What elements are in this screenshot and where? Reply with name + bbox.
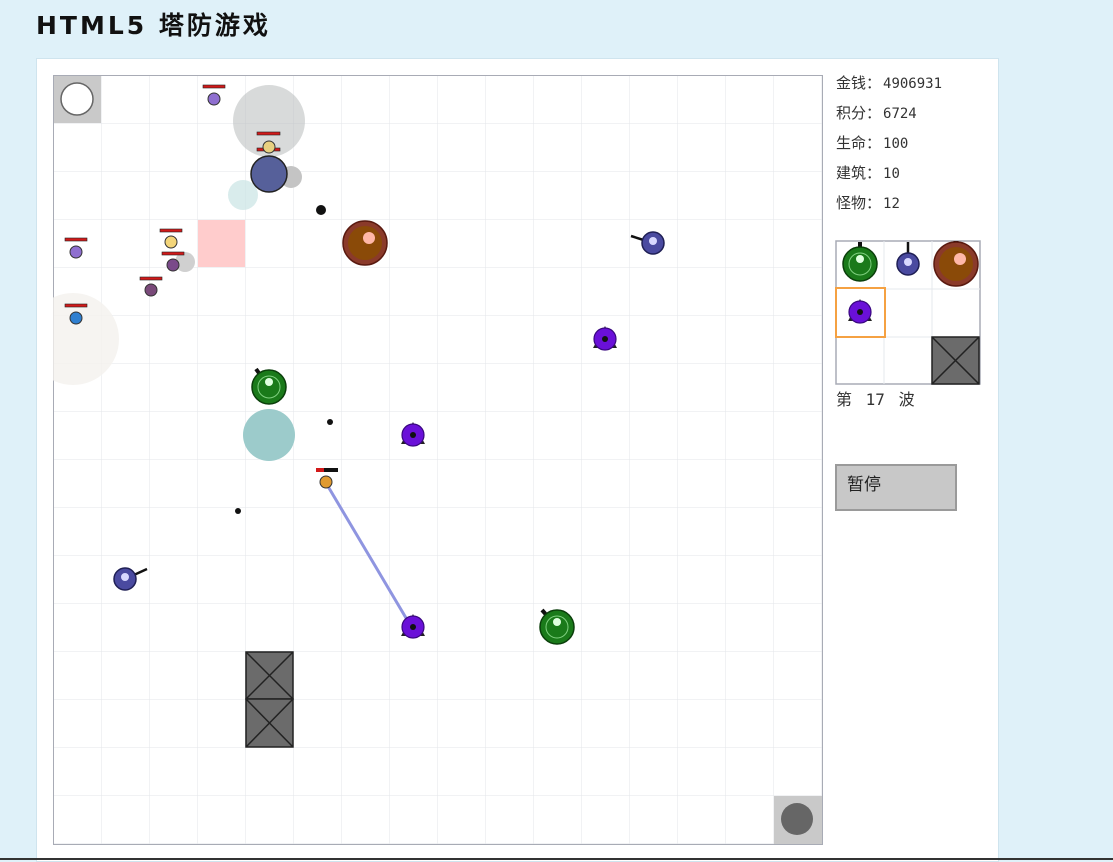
board-grid	[54, 76, 822, 844]
stat-buildings: 建筑： 10	[836, 162, 942, 192]
stat-money-label: 金钱：	[836, 74, 882, 92]
stat-money-value: 4906931	[883, 76, 943, 92]
stat-lives-label: 生命：	[836, 134, 882, 152]
tower-palette	[835, 240, 981, 385]
blue-gun-tower-icon[interactable]	[884, 241, 932, 289]
green-cannon-tower-icon[interactable]	[836, 241, 884, 289]
stat-monsters-label: 怪物：	[836, 194, 882, 212]
exit-portal	[774, 796, 822, 844]
green-cannon-tower[interactable]	[539, 608, 575, 645]
stat-score-value: 6724	[883, 106, 917, 122]
brown-heavy-tower[interactable]	[342, 220, 388, 266]
pause-button[interactable]: 暂停	[835, 464, 957, 511]
wave-prefix: 第	[836, 390, 853, 409]
bullet	[235, 508, 241, 514]
entrance-portal	[54, 76, 101, 123]
bullet	[316, 205, 326, 215]
wall-block[interactable]	[245, 698, 294, 748]
stat-score-label: 积分：	[836, 104, 882, 122]
page-title: HTML5 塔防游戏	[36, 11, 271, 40]
bottom-divider	[0, 858, 1113, 860]
explosion-effect	[243, 409, 295, 461]
wall-block[interactable]	[245, 651, 294, 700]
stat-lives-value: 100	[883, 136, 909, 152]
purple-laser-tower-icon[interactable]	[835, 287, 886, 338]
stat-score: 积分： 6724	[836, 102, 942, 132]
placement-highlight	[198, 220, 245, 267]
green-cannon-tower[interactable]	[251, 367, 287, 405]
game-board[interactable]	[53, 75, 823, 845]
wave-number: 17	[865, 390, 885, 409]
stat-monsters-value: 12	[883, 196, 900, 212]
bullet	[327, 419, 333, 425]
brown-heavy-tower-icon[interactable]	[932, 241, 980, 289]
stat-monsters: 怪物： 12	[836, 192, 942, 222]
stats-panel: 金钱： 4906931 积分： 6724 生命： 100 建筑： 10 怪物： 12	[836, 72, 942, 222]
stat-buildings-label: 建筑：	[836, 164, 882, 182]
wave-indicator: 第 17 波	[836, 386, 915, 410]
wave-suffix: 波	[898, 390, 915, 409]
wall-block-icon[interactable]	[931, 336, 980, 385]
stat-money: 金钱： 4906931	[836, 72, 942, 102]
stat-lives: 生命： 100	[836, 132, 942, 162]
stat-buildings-value: 10	[883, 166, 900, 182]
